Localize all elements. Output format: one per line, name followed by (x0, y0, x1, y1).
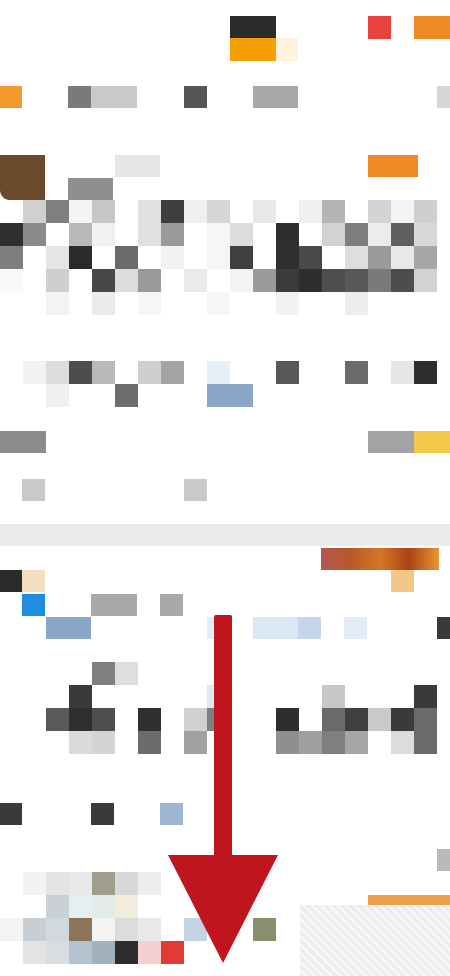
more-icon[interactable] (437, 849, 450, 871)
filter-chip[interactable] (253, 86, 298, 108)
verified-icon (22, 594, 45, 616)
share-icon[interactable] (22, 479, 45, 501)
filter-chip[interactable] (68, 86, 91, 108)
app-icon-cream (276, 38, 298, 61)
like-button[interactable] (368, 431, 414, 453)
avatar[interactable] (0, 570, 22, 592)
username[interactable] (68, 178, 113, 200)
banner-image[interactable] (321, 548, 439, 570)
topic-tag[interactable] (298, 617, 321, 639)
notification-badge[interactable] (368, 16, 391, 39)
comment-icon[interactable] (0, 803, 22, 825)
section-divider (0, 524, 450, 546)
app-icon-dark[interactable] (230, 16, 276, 38)
comment-icon[interactable] (0, 431, 46, 453)
avatar-frame (22, 570, 45, 592)
filter-icon[interactable] (0, 86, 22, 108)
post-meta (160, 594, 183, 616)
app-icon-orange[interactable] (230, 38, 276, 61)
post-meta (115, 155, 160, 177)
filter-chip[interactable] (184, 86, 207, 108)
topic-tag[interactable] (253, 617, 298, 639)
annotation-arrow (214, 615, 232, 860)
more-icon[interactable] (437, 617, 450, 639)
like-icon[interactable] (160, 803, 183, 825)
topic-tag[interactable] (46, 617, 91, 639)
follow-button[interactable] (368, 155, 418, 177)
profile-icon[interactable] (414, 16, 450, 39)
post-image-strip[interactable] (0, 361, 450, 407)
more-icon[interactable] (437, 86, 450, 108)
more-icon[interactable] (184, 479, 207, 501)
banner-tag (391, 570, 414, 592)
username[interactable] (91, 594, 137, 616)
star-icon[interactable] (414, 431, 450, 453)
filter-chip[interactable] (91, 86, 137, 108)
post-text-block (0, 200, 450, 315)
repost-icon[interactable] (91, 803, 114, 825)
watermark (300, 905, 450, 976)
topic-tag[interactable] (344, 617, 367, 639)
annotation-arrow-head (168, 855, 278, 963)
avatar[interactable] (0, 155, 45, 200)
